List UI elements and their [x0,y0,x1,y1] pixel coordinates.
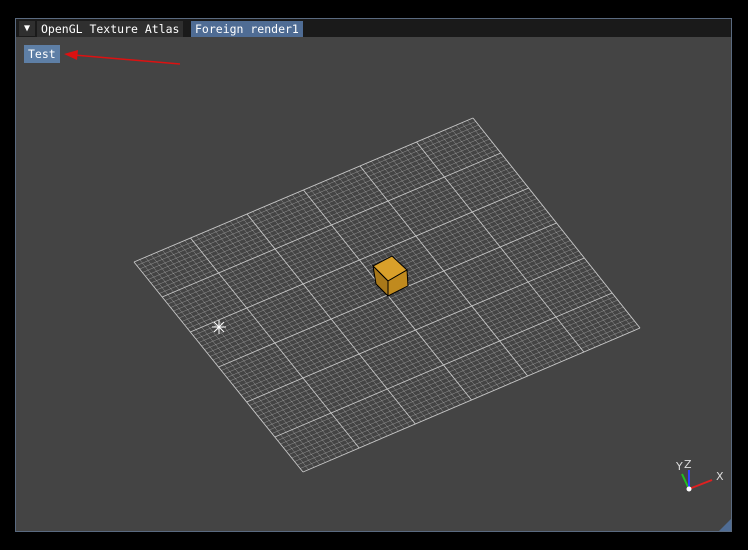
tab-bar: ▼ OpenGL Texture Atlas Foreign render1 [16,19,731,38]
resize-grip[interactable] [719,519,731,531]
tab-foreign-render1[interactable]: Foreign render1 [191,21,303,37]
chevron-down-icon[interactable]: ▼ [19,21,35,36]
test-button[interactable]: Test [24,45,60,63]
render-viewport[interactable]: Test [16,37,731,531]
tab-opengl-texture-atlas[interactable]: OpenGL Texture Atlas [37,21,184,37]
render-window: ▼ OpenGL Texture Atlas Foreign render1 T… [15,18,732,532]
